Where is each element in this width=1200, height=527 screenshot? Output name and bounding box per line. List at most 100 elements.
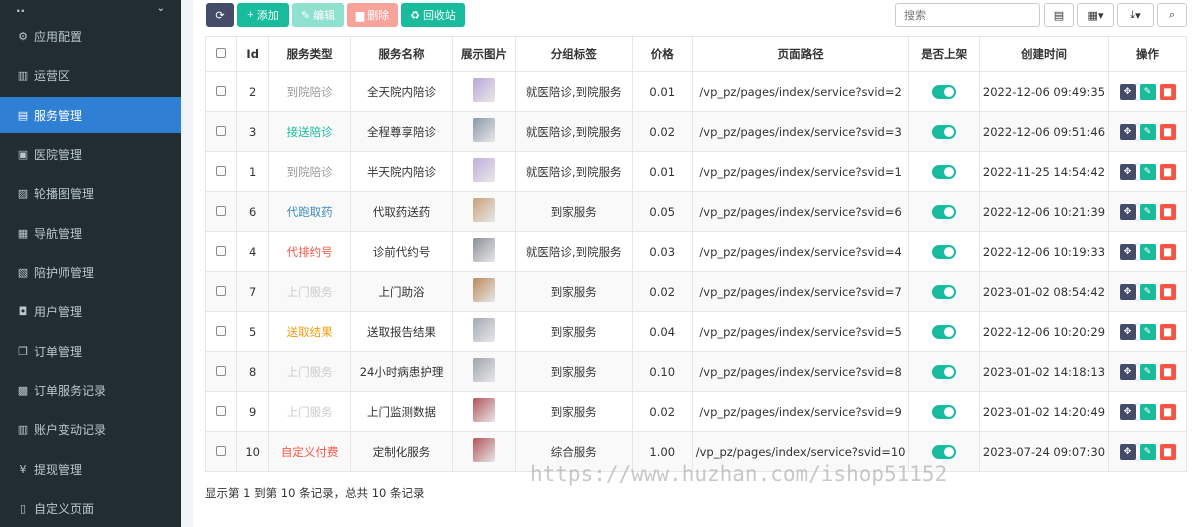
table-row[interactable]: 6 代跑取药 代取药送药 到家服务 0.05/vp_pz/pages/index/ser…: [205, 191, 1187, 232]
publish-toggle[interactable]: [932, 364, 957, 379]
columns-dropdown[interactable]: ▦ ▾: [1077, 3, 1114, 27]
service-thumbnail[interactable]: [473, 278, 495, 302]
row-edit-button[interactable]: ✎: [1139, 284, 1156, 300]
row-checkbox[interactable]: [215, 445, 226, 456]
publish-toggle[interactable]: [932, 324, 957, 339]
row-edit-button[interactable]: ✎: [1139, 364, 1156, 380]
row-checkbox[interactable]: [215, 365, 226, 376]
drag-button[interactable]: ✥: [1119, 364, 1136, 380]
row-select-cell[interactable]: [205, 71, 237, 112]
select-all-checkbox[interactable]: [215, 48, 226, 58]
refresh-button[interactable]: ⟳: [206, 3, 234, 27]
sidebar-item-13[interactable]: ▯ 自定义页面: [0, 490, 181, 526]
service-thumbnail[interactable]: [473, 78, 495, 102]
drag-button[interactable]: ✥: [1119, 204, 1136, 220]
row-edit-button[interactable]: ✎: [1139, 124, 1156, 140]
row-select-cell[interactable]: [205, 191, 237, 232]
row-delete-button[interactable]: ▆: [1159, 444, 1176, 460]
drag-button[interactable]: ✥: [1119, 404, 1136, 420]
table-row[interactable]: 3 接送陪诊 全程尊享陪诊 就医陪诊,到院服务 0.02/vp_pz/pages/ind…: [205, 111, 1187, 152]
service-thumbnail[interactable]: [473, 158, 495, 182]
row-delete-button[interactable]: ▆: [1159, 244, 1176, 260]
sidebar-item-7[interactable]: ▧ 陪护师管理: [0, 254, 181, 290]
drag-button[interactable]: ✥: [1119, 164, 1136, 180]
sidebar-item-12[interactable]: ¥ 提现管理: [0, 451, 181, 487]
row-select-cell[interactable]: [205, 311, 237, 352]
table-row[interactable]: 4 代排约号 诊前代约号 就医陪诊,到院服务 0.03/vp_pz/pages/inde…: [205, 231, 1187, 272]
sidebar-item-6[interactable]: ▦ 导航管理: [0, 215, 181, 251]
row-checkbox[interactable]: [215, 205, 226, 216]
publish-toggle[interactable]: [932, 244, 957, 259]
service-thumbnail[interactable]: [473, 238, 495, 262]
publish-toggle[interactable]: [932, 444, 957, 459]
select-all-header[interactable]: [205, 36, 237, 72]
row-edit-button[interactable]: ✎: [1139, 244, 1156, 260]
export-dropdown[interactable]: ⤓ ▾: [1117, 3, 1154, 27]
drag-button[interactable]: ✥: [1119, 284, 1136, 300]
table-row[interactable]: 1 到院陪诊 半天院内陪诊 就医陪诊,到院服务 0.01/vp_pz/pages/ind…: [205, 151, 1187, 192]
drag-button[interactable]: ✥: [1119, 444, 1136, 460]
sidebar-item-1[interactable]: ⚙ 应用配置: [0, 18, 181, 54]
service-thumbnail[interactable]: [473, 358, 495, 382]
row-delete-button[interactable]: ▆: [1159, 324, 1176, 340]
row-checkbox[interactable]: [215, 165, 226, 176]
publish-toggle[interactable]: [932, 84, 957, 99]
row-checkbox[interactable]: [215, 125, 226, 136]
row-checkbox[interactable]: [215, 325, 226, 336]
row-edit-button[interactable]: ✎: [1139, 204, 1156, 220]
table-row[interactable]: 7 上门服务 上门助浴 到家服务 0.02/vp_pz/pages/index/serv…: [205, 271, 1187, 312]
publish-toggle[interactable]: [932, 404, 957, 419]
service-thumbnail[interactable]: [473, 398, 495, 422]
sidebar-item-4[interactable]: ▣ 医院管理: [0, 136, 181, 172]
publish-toggle[interactable]: [932, 284, 957, 299]
row-delete-button[interactable]: ▆: [1159, 124, 1176, 140]
add-button[interactable]: + 添加: [237, 3, 289, 27]
table-row[interactable]: 8 上门服务 24小时病患护理 到家服务 0.10/vp_pz/pages/index/…: [205, 351, 1187, 392]
table-row[interactable]: 2 到院陪诊 全天院内陪诊 就医陪诊,到院服务 0.01/vp_pz/pages/ind…: [205, 71, 1187, 112]
advanced-search-button[interactable]: ⌕: [1157, 3, 1187, 27]
publish-toggle[interactable]: [932, 204, 957, 219]
publish-toggle[interactable]: [932, 124, 957, 139]
sidebar-item-5[interactable]: ▨ 轮播图管理: [0, 175, 181, 211]
row-select-cell[interactable]: [205, 151, 237, 192]
row-delete-button[interactable]: ▆: [1159, 284, 1176, 300]
sidebar-item-11[interactable]: ▥ 账户变动记录: [0, 411, 181, 447]
service-thumbnail[interactable]: [473, 198, 495, 222]
row-delete-button[interactable]: ▆: [1159, 164, 1176, 180]
row-checkbox[interactable]: [215, 285, 226, 296]
sidebar-item-8[interactable]: ◘ 用户管理: [0, 293, 181, 329]
service-thumbnail[interactable]: [473, 318, 495, 342]
row-edit-button[interactable]: ✎: [1139, 84, 1156, 100]
row-select-cell[interactable]: [205, 271, 237, 312]
row-edit-button[interactable]: ✎: [1139, 324, 1156, 340]
drag-button[interactable]: ✥: [1119, 324, 1136, 340]
row-select-cell[interactable]: [205, 111, 237, 152]
delete-button[interactable]: ▆ 删除: [347, 3, 398, 27]
row-select-cell[interactable]: [205, 351, 237, 392]
service-thumbnail[interactable]: [473, 118, 495, 142]
row-delete-button[interactable]: ▆: [1159, 84, 1176, 100]
table-row[interactable]: 5 送取结果 送取报告结果 到家服务 0.04/vp_pz/pages/index/se…: [205, 311, 1187, 352]
sidebar-item-9[interactable]: ❐ 订单管理: [0, 333, 181, 369]
drag-button[interactable]: ✥: [1119, 244, 1136, 260]
toggle-view-button[interactable]: ▤: [1044, 3, 1074, 27]
sidebar-item-10[interactable]: ▩ 订单服务记录: [0, 372, 181, 408]
edit-button[interactable]: ✎ 编辑: [292, 3, 344, 27]
row-checkbox[interactable]: [215, 405, 226, 416]
drag-button[interactable]: ✥: [1119, 124, 1136, 140]
publish-toggle[interactable]: [932, 164, 957, 179]
row-edit-button[interactable]: ✎: [1139, 404, 1156, 420]
table-row[interactable]: 9 上门服务 上门监测数据 到家服务 0.02/vp_pz/pages/index/se…: [205, 391, 1187, 432]
row-checkbox[interactable]: [215, 85, 226, 96]
row-checkbox[interactable]: [215, 245, 226, 256]
row-delete-button[interactable]: ▆: [1159, 404, 1176, 420]
recycle-bin-button[interactable]: ♻ 回收站: [401, 3, 465, 27]
row-edit-button[interactable]: ✎: [1139, 164, 1156, 180]
row-select-cell[interactable]: [205, 231, 237, 272]
row-delete-button[interactable]: ▆: [1159, 364, 1176, 380]
search-input[interactable]: [895, 3, 1040, 27]
sidebar-top-item[interactable]: .. ⌄: [0, 0, 181, 16]
row-select-cell[interactable]: [205, 431, 237, 472]
service-thumbnail[interactable]: [473, 438, 495, 462]
sidebar-item-3[interactable]: ▤ 服务管理: [0, 97, 181, 133]
